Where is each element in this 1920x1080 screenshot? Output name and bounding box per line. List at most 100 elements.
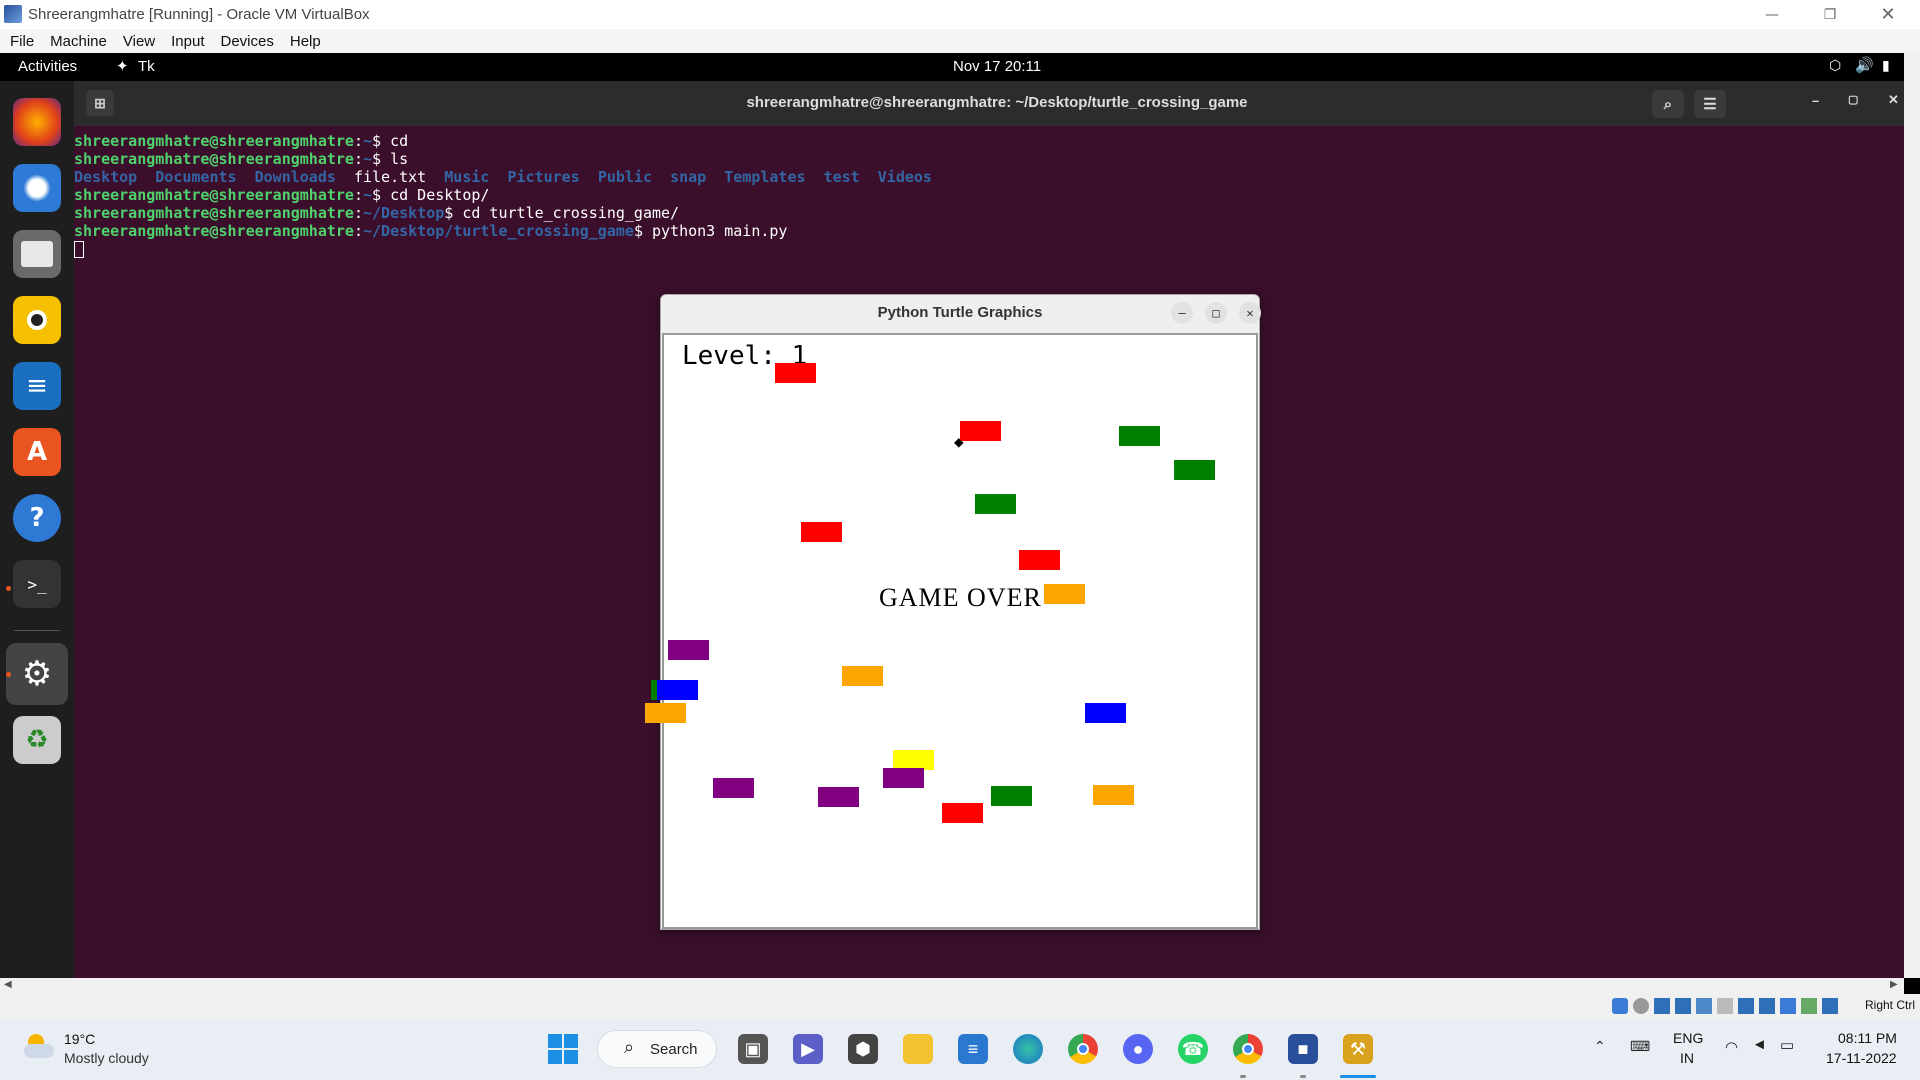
guest-additions-icon[interactable] (1801, 998, 1817, 1014)
virtualbox-status-bar: Right Ctrl (0, 994, 1920, 1018)
app-menu[interactable]: Tk (138, 58, 155, 75)
usb-icon[interactable] (1654, 998, 1670, 1014)
search-icon[interactable]: ⌕ (1652, 90, 1684, 118)
settings-gear-icon[interactable]: ⚙ (6, 643, 68, 705)
language-line-1[interactable]: ENG (1673, 1030, 1703, 1046)
notepad-icon[interactable]: ≡ (958, 1034, 988, 1064)
files-icon[interactable] (13, 230, 61, 278)
car (883, 768, 924, 788)
search-icon: ⌕ (624, 1037, 635, 1057)
hdd-icon[interactable] (1612, 998, 1628, 1014)
game-over-label: GAME OVER (879, 583, 1042, 612)
terminal-icon[interactable]: >_ (13, 560, 61, 608)
speaker-icon[interactable]: ◄ (1752, 1036, 1767, 1053)
terminal-output[interactable]: shreerangmhatre@shreerangmhatre:~$ cd sh… (74, 126, 1904, 978)
teams-chat-icon[interactable]: ▶ (793, 1034, 823, 1064)
car (801, 522, 842, 542)
menu-view[interactable]: View (117, 33, 161, 50)
terminal-line: shreerangmhatre@shreerangmhatre:~$ ls (74, 150, 409, 168)
minimize-icon[interactable]: – (1812, 93, 1819, 108)
recording-icon[interactable] (1738, 998, 1754, 1014)
maximize-icon[interactable]: □ (1205, 302, 1227, 324)
tray-overflow-icon[interactable]: ⌃ (1594, 1038, 1606, 1055)
widgets-icon[interactable]: ⬢ (848, 1034, 878, 1064)
rhythmbox-icon[interactable] (13, 296, 61, 344)
terminal-line: shreerangmhatre@shreerangmhatre:~$ cd De… (74, 186, 490, 204)
chrome-profile-icon[interactable] (1233, 1034, 1263, 1064)
wifi-icon[interactable]: ◠ (1725, 1038, 1738, 1056)
turtle-canvas[interactable]: Level: 1 GAME OVER ◆ (645, 333, 1258, 929)
menu-input[interactable]: Input (165, 33, 210, 50)
car (1044, 584, 1085, 604)
tray-time[interactable]: 08:11 PM (1838, 1030, 1897, 1046)
weather-desc[interactable]: Mostly cloudy (64, 1050, 149, 1066)
battery-icon[interactable]: ▭ (1780, 1036, 1794, 1054)
thunderbird-icon[interactable] (13, 164, 61, 212)
cpu-icon[interactable] (1759, 998, 1775, 1014)
minimize-icon[interactable]: — (1743, 0, 1801, 29)
turtle-graphics-window[interactable]: Python Turtle Graphics – □ ✕ Level: 1 GA… (645, 294, 1261, 930)
car (842, 666, 883, 686)
car (1019, 550, 1060, 570)
car (657, 680, 698, 700)
clock[interactable]: Nov 17 20:11 (953, 58, 1041, 75)
software-center-icon[interactable]: A (13, 428, 61, 476)
car (668, 640, 709, 660)
language-line-2[interactable]: IN (1680, 1050, 1694, 1066)
gnome-top-bar: Activities ✦ Tk Nov 17 20:11 ⬡ 🔊 ▮ (0, 53, 1920, 81)
network-icon[interactable]: ⬡ (1829, 57, 1841, 74)
discord-icon[interactable]: ● (1123, 1034, 1153, 1064)
minimize-icon[interactable]: – (1171, 302, 1193, 324)
close-icon[interactable]: ✕ (1888, 92, 1899, 108)
menu-machine[interactable]: Machine (44, 33, 113, 50)
car (775, 363, 816, 383)
restore-icon[interactable]: ❐ (1801, 0, 1859, 29)
chrome-icon[interactable] (1068, 1034, 1098, 1064)
weather-temp[interactable]: 19°C (64, 1031, 95, 1047)
close-icon[interactable]: ✕ (1859, 0, 1917, 29)
maximize-icon[interactable]: ▢ (1848, 93, 1858, 106)
network-adapter-icon[interactable] (1696, 998, 1712, 1014)
battery-icon[interactable]: ▮ (1882, 57, 1890, 74)
virtualbox-vm-icon[interactable]: ⚒ (1343, 1034, 1373, 1064)
trash-icon[interactable]: ♻ (13, 716, 61, 764)
scroll-right-icon[interactable]: ▶ (1890, 979, 1898, 990)
car (1085, 703, 1126, 723)
help-icon[interactable]: ? (13, 494, 61, 542)
terminal-title: shreerangmhatre@shreerangmhatre: ~/Deskt… (746, 94, 1248, 111)
volume-icon[interactable]: 🔊 (1855, 56, 1874, 74)
windows-start-icon[interactable] (548, 1034, 578, 1064)
libreoffice-writer-icon[interactable]: ≡ (13, 362, 61, 410)
task-view-icon[interactable]: ▣ (738, 1034, 768, 1064)
whatsapp-icon[interactable]: ☎ (1178, 1034, 1208, 1064)
keyboard-capture-icon[interactable] (1822, 998, 1838, 1014)
menu-help[interactable]: Help (284, 33, 327, 50)
menu-devices[interactable]: Devices (215, 33, 280, 50)
search-box[interactable]: ⌕ Search (597, 1030, 717, 1068)
weather-cloud-icon[interactable] (24, 1034, 56, 1060)
display-icon[interactable] (1717, 998, 1733, 1014)
terminal-line: shreerangmhatre@shreerangmhatre:~/Deskto… (74, 204, 680, 222)
car (942, 803, 983, 823)
horizontal-scrollbar[interactable]: ◀ ▶ (0, 978, 1904, 994)
vertical-scrollbar[interactable] (1904, 53, 1920, 978)
host-key-label: Right Ctrl (1865, 998, 1916, 1012)
virtualbox-icon[interactable]: ■ (1288, 1034, 1318, 1064)
running-indicator (1240, 1075, 1246, 1078)
menu-file[interactable]: File (4, 33, 40, 50)
activities-button[interactable]: Activities (18, 58, 77, 75)
keyboard-icon[interactable]: ⌨ (1630, 1038, 1650, 1055)
hamburger-menu-icon[interactable]: ☰ (1694, 90, 1726, 118)
firefox-icon[interactable] (13, 98, 61, 146)
file-explorer-icon[interactable] (903, 1034, 933, 1064)
shared-folders-icon[interactable] (1675, 998, 1691, 1014)
device-indicators (1612, 998, 1838, 1014)
running-indicator (6, 586, 11, 591)
tk-app-icon: ✦ (116, 58, 129, 75)
scroll-left-icon[interactable]: ◀ (4, 979, 12, 990)
tray-date[interactable]: 17-11-2022 (1826, 1050, 1897, 1066)
close-icon[interactable]: ✕ (1239, 302, 1261, 324)
optical-drive-icon[interactable] (1633, 998, 1649, 1014)
edge-icon[interactable] (1013, 1034, 1043, 1064)
mouse-integration-icon[interactable] (1780, 998, 1796, 1014)
